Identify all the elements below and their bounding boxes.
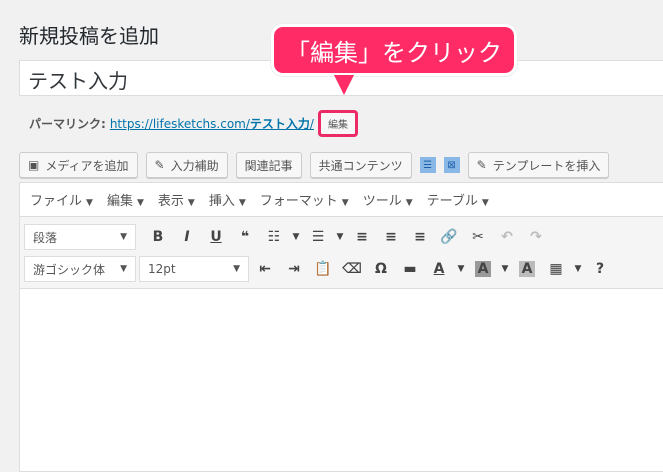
permalink-edit-button[interactable]: 編集	[317, 110, 358, 137]
more-tag-icon[interactable]: ▬	[397, 256, 423, 282]
bullet-list-icon[interactable]: ☷	[261, 224, 287, 250]
editor-menubar: ファイル ▼ 編集 ▼ 表示 ▼ 挿入 ▼ フォーマット ▼ ツール ▼ テーブル ▼	[20, 183, 663, 217]
menu-insert[interactable]: 挿入 ▼	[209, 190, 246, 209]
menu-format[interactable]: フォーマット ▼	[260, 190, 349, 209]
table-icon[interactable]: ▦	[543, 256, 569, 282]
related-posts-button[interactable]: 関連記事	[235, 152, 302, 178]
insert-template-button[interactable]: ✎ テンプレートを挿入	[467, 152, 610, 178]
help-icon[interactable]: ?	[587, 256, 613, 282]
permalink-row: パーマリンク: https://lifesketchs.com/テスト入力/ 編…	[29, 110, 358, 137]
pencil-icon: ✎	[476, 158, 487, 172]
align-right-icon[interactable]: ≡	[407, 224, 433, 250]
callout-annotation: 「編集」をクリック	[271, 24, 517, 95]
format-select[interactable]: 段落 ▼	[24, 224, 136, 250]
page-title: 新規投稿を追加	[19, 24, 159, 48]
pencil-icon: ✎	[154, 158, 165, 172]
undo-icon[interactable]: ↶	[494, 224, 520, 250]
chevron-down-icon[interactable]: ▼	[572, 256, 584, 282]
underline-icon[interactable]: U	[203, 224, 229, 250]
unlink-icon[interactable]: ✂	[465, 224, 491, 250]
editor: ファイル ▼ 編集 ▼ 表示 ▼ 挿入 ▼ フォーマット ▼ ツール ▼ テーブル ▼ 段落 ▼…	[19, 182, 663, 472]
add-media-button[interactable]: ▣ メディアを追加	[19, 152, 138, 178]
list-layout-icon[interactable]: ☰	[419, 157, 436, 173]
bold-icon[interactable]: B	[145, 224, 171, 250]
editor-content-area[interactable]	[20, 289, 663, 469]
menu-table[interactable]: テーブル ▼	[427, 190, 489, 209]
menu-view[interactable]: 表示 ▼	[158, 190, 195, 209]
outdent-icon[interactable]: ⇤	[252, 256, 278, 282]
highlight-icon[interactable]: A	[514, 256, 540, 282]
italic-icon[interactable]: I	[174, 224, 200, 250]
menu-edit[interactable]: 編集 ▼	[107, 190, 144, 209]
numbered-list-icon[interactable]: ☰	[305, 224, 331, 250]
font-size-select[interactable]: 12pt ▼	[139, 256, 249, 282]
align-center-icon[interactable]: ≡	[378, 224, 404, 250]
menu-tools[interactable]: ツール ▼	[363, 190, 413, 209]
editor-toolbar: 段落 ▼ B I U ❝ ☷ ▼ ☰ ▼ ≡ ≡ ≡ 🔗 ✂ ↶ ↷ 游ゴシック体 ▼ …	[20, 217, 663, 289]
link-icon[interactable]: 🔗	[436, 224, 462, 250]
permalink-link[interactable]: https://lifesketchs.com/テスト入力/	[110, 115, 314, 132]
font-family-select[interactable]: 游ゴシック体 ▼	[24, 256, 136, 282]
omega-icon[interactable]: Ω	[368, 256, 394, 282]
eraser-icon[interactable]: ⌫	[339, 256, 365, 282]
paste-text-icon[interactable]: 📋	[310, 256, 336, 282]
chevron-down-icon[interactable]: ▼	[499, 256, 511, 282]
redo-icon[interactable]: ↷	[523, 224, 549, 250]
chevron-down-icon[interactable]: ▼	[334, 224, 346, 250]
text-color-icon[interactable]: A	[426, 256, 452, 282]
box-x-icon[interactable]: ⊠	[443, 157, 460, 173]
background-color-icon[interactable]: A	[470, 256, 496, 282]
chevron-down-icon[interactable]: ▼	[290, 224, 302, 250]
chevron-down-icon[interactable]: ▼	[455, 256, 467, 282]
input-assist-button[interactable]: ✎ 入力補助	[145, 152, 228, 178]
permalink-label: パーマリンク:	[29, 117, 106, 131]
menu-file[interactable]: ファイル ▼	[30, 190, 93, 209]
indent-icon[interactable]: ⇥	[281, 256, 307, 282]
blockquote-icon[interactable]: ❝	[232, 224, 258, 250]
align-left-icon[interactable]: ≡	[349, 224, 375, 250]
media-icon: ▣	[28, 158, 40, 172]
common-content-button[interactable]: 共通コンテンツ	[309, 152, 412, 178]
